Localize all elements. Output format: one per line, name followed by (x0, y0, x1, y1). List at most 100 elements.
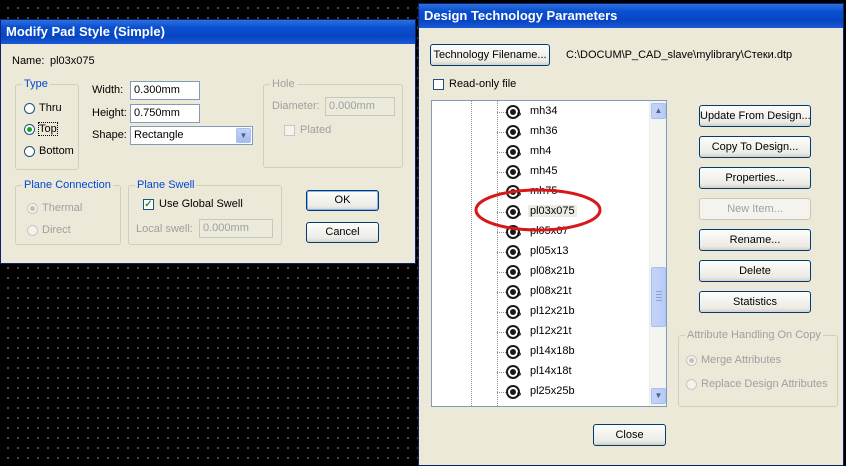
pad-icon-letter: P (517, 273, 522, 279)
properties-button[interactable]: Properties... (699, 167, 811, 189)
scroll-up-icon[interactable]: ▲ (651, 103, 666, 119)
type-top-radio[interactable] (24, 124, 35, 135)
chevron-down-icon[interactable]: ▼ (236, 128, 251, 143)
pad-icon-letter: P (517, 213, 522, 219)
tree-item[interactable]: Ppl12x21t (432, 322, 666, 342)
shape-select[interactable]: Rectangle ▼ (130, 126, 253, 145)
cancel-button[interactable]: Cancel (306, 222, 379, 243)
tree-branch-line (497, 272, 506, 273)
height-input[interactable]: 0.750mm (130, 104, 200, 123)
type-bottom-radio[interactable] (24, 146, 35, 157)
tree-item[interactable]: Ppl14x18b (432, 342, 666, 362)
type-top-label[interactable]: Top (38, 122, 58, 136)
tree-item[interactable]: Ppl14x18t (432, 362, 666, 382)
pad-icon-letter: P (517, 193, 522, 199)
width-input[interactable]: 0.300mm (130, 81, 200, 100)
update-from-design-button[interactable]: Update From Design... (699, 105, 811, 127)
tree-item[interactable]: Ppl05x13 (432, 242, 666, 262)
read-only-checkbox[interactable] (433, 79, 444, 90)
tree-branch-line (497, 292, 506, 293)
tree-item-label: mh75 (530, 185, 558, 197)
copy-to-design-button[interactable]: Copy To Design... (699, 136, 811, 158)
statistics-button[interactable]: Statistics (699, 291, 811, 313)
thermal-label: Thermal (42, 202, 83, 214)
type-bottom-label[interactable]: Bottom (39, 145, 74, 157)
use-global-swell-label[interactable]: Use Global Swell (159, 198, 243, 210)
merge-attributes-radio[interactable] (686, 355, 697, 366)
tree-branch-line (497, 392, 506, 393)
plated-label: Plated (300, 124, 332, 136)
direct-radio[interactable] (27, 225, 38, 236)
ok-button[interactable]: OK (306, 190, 379, 211)
grip-line (656, 300, 662, 301)
replace-attributes-radio[interactable] (686, 379, 697, 390)
tree-item[interactable]: Pmh4 (432, 142, 666, 162)
local-swell-label: Local swell: (136, 223, 193, 235)
pad-icon-letter: P (517, 393, 522, 399)
pad-style-title-bar[interactable]: Modify Pad Style (Simple) (1, 20, 415, 44)
use-global-swell-checkbox[interactable]: ✓ (143, 199, 154, 210)
pad-icon-letter: P (517, 173, 522, 179)
local-swell-input[interactable]: 0.000mm (199, 219, 273, 238)
technology-filename-button[interactable]: Technology Filename... (430, 44, 550, 66)
tree-item[interactable]: Ppl03x075 (432, 202, 666, 222)
tree-item[interactable]: Pmh75 (432, 182, 666, 202)
scroll-down-icon[interactable]: ▼ (651, 388, 666, 404)
close-button[interactable]: Close (593, 424, 666, 446)
plane-swell-title: Plane Swell (135, 179, 197, 191)
pad-icon-letter: P (517, 153, 522, 159)
scroll-thumb[interactable] (651, 267, 666, 327)
tree-branch-line (497, 232, 506, 233)
tree-item-label: mh34 (530, 105, 558, 117)
tree-item-label: pl08x21t (530, 285, 572, 297)
tree-branch-line (497, 212, 506, 213)
tree-item[interactable]: Pmh36 (432, 122, 666, 142)
pad-icon-letter: P (517, 133, 522, 139)
tree-branch-line (497, 192, 506, 193)
tree-item-label: pl14x18t (530, 365, 572, 377)
pad-icon-letter: P (517, 253, 522, 259)
tree-branch-line (497, 112, 506, 113)
delete-button[interactable]: Delete (699, 260, 811, 282)
hole-group-title: Hole (270, 78, 297, 90)
diameter-input[interactable]: 0.000mm (325, 97, 395, 116)
dtp-title: Design Technology Parameters (424, 8, 618, 23)
type-thru-label[interactable]: Thru (39, 102, 62, 114)
pad-icon-letter: P (517, 353, 522, 359)
tree-branch-line (497, 372, 506, 373)
tree-item[interactable]: Ppl08x21b (432, 262, 666, 282)
tree-branch-line (497, 352, 506, 353)
pad-style-tree[interactable]: Pmh34 Pmh36 Pmh4 Pmh45 Pmh75 Ppl03x075 Ppl05x0… (431, 100, 667, 407)
width-label: Width: (92, 84, 124, 96)
tree-item-label: pl05x13 (530, 245, 569, 257)
tree-item[interactable]: Ppl05x07 (432, 222, 666, 242)
design-technology-parameters-dialog: Design Technology Parameters Technology … (418, 3, 844, 466)
tree-item[interactable]: Pmh34 (432, 102, 666, 122)
tree-branch-line (497, 332, 506, 333)
pad-icon-letter: P (517, 313, 522, 319)
merge-attributes-label: Merge Attributes (701, 354, 782, 366)
attribute-handling-group: Attribute Handling On Copy (678, 329, 838, 407)
new-item-button[interactable]: New Item... (699, 198, 811, 220)
read-only-label: Read-only file (449, 78, 517, 90)
tree-item-label: pl12x21b (530, 305, 575, 317)
grip-line (656, 294, 662, 295)
thermal-radio[interactable] (27, 203, 38, 214)
tree-branch-line (497, 312, 506, 313)
tree-scrollbar[interactable]: ▲ ▼ (649, 101, 666, 406)
tree-item[interactable]: Ppl25x25b (432, 382, 666, 402)
tree-item[interactable]: Ppl12x21b (432, 302, 666, 322)
tree-item[interactable]: Pmh45 (432, 162, 666, 182)
grip-line (656, 291, 662, 292)
pad-icon-letter: P (517, 293, 522, 299)
tree-item-label: pl12x21t (530, 325, 572, 337)
type-thru-radio[interactable] (24, 103, 35, 114)
shape-select-value: Rectangle (134, 129, 184, 141)
tree-item-label: mh4 (530, 145, 552, 157)
tree-branch-line (497, 252, 506, 253)
dtp-title-bar[interactable]: Design Technology Parameters (419, 4, 843, 28)
tree-item[interactable]: Ppl08x21t (432, 282, 666, 302)
tree-item-label: pl03x075 (528, 205, 577, 217)
rename-button[interactable]: Rename... (699, 229, 811, 251)
plated-checkbox[interactable] (284, 125, 295, 136)
